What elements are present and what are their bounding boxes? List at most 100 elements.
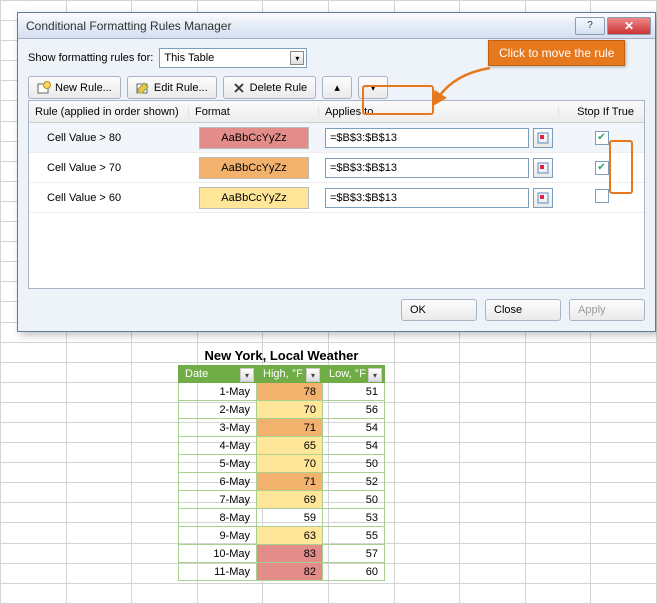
- cell-low[interactable]: 51: [323, 383, 385, 401]
- edit-rule-icon: [136, 81, 150, 95]
- cell-low[interactable]: 55: [323, 527, 385, 545]
- cell-low[interactable]: 56: [323, 401, 385, 419]
- rule-row[interactable]: Cell Value > 80 AaBbCcYyZz =$B$3:$B$13: [29, 123, 644, 153]
- delete-rule-icon: [232, 81, 246, 95]
- cell-date[interactable]: 3-May: [179, 419, 257, 437]
- close-button[interactable]: ✕: [607, 17, 651, 35]
- arrow-down-icon: ▾: [370, 81, 376, 94]
- table-title: New York, Local Weather: [178, 348, 385, 363]
- table-row[interactable]: 3-May7154: [179, 419, 385, 437]
- cell-high[interactable]: 71: [257, 473, 323, 491]
- header-rule: Rule (applied in order shown): [29, 106, 189, 118]
- cell-high[interactable]: 71: [257, 419, 323, 437]
- cell-high[interactable]: 83: [257, 545, 323, 563]
- cell-high[interactable]: 78: [257, 383, 323, 401]
- callout-tooltip: Click to move the rule: [488, 40, 625, 66]
- arrow-up-icon: ▴: [334, 81, 340, 94]
- show-rules-select[interactable]: This Table ▾: [159, 48, 307, 68]
- table-row[interactable]: 6-May7152: [179, 473, 385, 491]
- table-row[interactable]: 11-May8260: [179, 563, 385, 581]
- cell-date[interactable]: 9-May: [179, 527, 257, 545]
- help-button[interactable]: ?: [575, 17, 605, 35]
- header-stop: Stop If True: [559, 106, 644, 118]
- cell-date[interactable]: 7-May: [179, 491, 257, 509]
- edit-rule-label: Edit Rule...: [154, 82, 208, 94]
- filter-dropdown-icon[interactable]: ▾: [240, 368, 254, 382]
- cell-date[interactable]: 4-May: [179, 437, 257, 455]
- range-selector-button[interactable]: [533, 188, 553, 208]
- show-rules-value: This Table: [164, 52, 214, 64]
- applies-to-input[interactable]: =$B$3:$B$13: [325, 158, 529, 178]
- cell-low[interactable]: 50: [323, 455, 385, 473]
- cell-low[interactable]: 54: [323, 419, 385, 437]
- dialog-title: Conditional Formatting Rules Manager: [26, 19, 575, 33]
- chevron-down-icon: ▾: [290, 51, 304, 65]
- range-selector-button[interactable]: [533, 158, 553, 178]
- table-row[interactable]: 5-May7050: [179, 455, 385, 473]
- range-selector-button[interactable]: [533, 128, 553, 148]
- format-preview: AaBbCcYyZz: [199, 187, 309, 209]
- format-preview: AaBbCcYyZz: [199, 127, 309, 149]
- move-up-button[interactable]: ▴: [322, 76, 352, 99]
- weather-table-region: New York, Local Weather Date▾ High, °F▾ …: [178, 348, 385, 581]
- cell-date[interactable]: 11-May: [179, 563, 257, 581]
- col-high[interactable]: High, °F▾: [257, 366, 323, 383]
- cell-high[interactable]: 70: [257, 401, 323, 419]
- weather-table: Date▾ High, °F▾ Low, °F▾ 1-May78512-May7…: [178, 365, 385, 581]
- new-rule-label: New Rule...: [55, 82, 112, 94]
- rule-name: Cell Value > 60: [29, 192, 189, 204]
- stop-if-true-checkbox[interactable]: [595, 161, 609, 175]
- table-row[interactable]: 4-May6554: [179, 437, 385, 455]
- delete-rule-label: Delete Rule: [250, 82, 307, 94]
- rules-list: Rule (applied in order shown) Format App…: [28, 100, 645, 289]
- rule-row[interactable]: Cell Value > 70 AaBbCcYyZz =$B$3:$B$13: [29, 153, 644, 183]
- move-down-button[interactable]: ▾: [358, 76, 388, 99]
- close-dialog-button[interactable]: Close: [485, 299, 561, 321]
- stop-if-true-checkbox[interactable]: [595, 131, 609, 145]
- cell-low[interactable]: 57: [323, 545, 385, 563]
- table-row[interactable]: 8-May5953: [179, 509, 385, 527]
- edit-rule-button[interactable]: Edit Rule...: [127, 76, 217, 99]
- dialog-titlebar[interactable]: Conditional Formatting Rules Manager ? ✕: [18, 13, 655, 39]
- cell-low[interactable]: 53: [323, 509, 385, 527]
- table-row[interactable]: 9-May6355: [179, 527, 385, 545]
- cell-high[interactable]: 65: [257, 437, 323, 455]
- ok-button[interactable]: OK: [401, 299, 477, 321]
- cell-date[interactable]: 1-May: [179, 383, 257, 401]
- cell-date[interactable]: 5-May: [179, 455, 257, 473]
- cell-date[interactable]: 6-May: [179, 473, 257, 491]
- cell-high[interactable]: 63: [257, 527, 323, 545]
- new-rule-button[interactable]: New Rule...: [28, 76, 121, 99]
- rule-row[interactable]: Cell Value > 60 AaBbCcYyZz =$B$3:$B$13: [29, 183, 644, 213]
- applies-to-input[interactable]: =$B$3:$B$13: [325, 128, 529, 148]
- cell-high[interactable]: 82: [257, 563, 323, 581]
- applies-to-input[interactable]: =$B$3:$B$13: [325, 188, 529, 208]
- format-preview: AaBbCcYyZz: [199, 157, 309, 179]
- table-row[interactable]: 7-May6950: [179, 491, 385, 509]
- cell-low[interactable]: 54: [323, 437, 385, 455]
- col-low[interactable]: Low, °F▾: [323, 366, 385, 383]
- col-date[interactable]: Date▾: [179, 366, 257, 383]
- cell-low[interactable]: 50: [323, 491, 385, 509]
- cell-low[interactable]: 60: [323, 563, 385, 581]
- table-row[interactable]: 10-May8357: [179, 545, 385, 563]
- stop-if-true-checkbox[interactable]: [595, 189, 609, 203]
- show-rules-label: Show formatting rules for:: [28, 52, 153, 64]
- table-row[interactable]: 2-May7056: [179, 401, 385, 419]
- filter-dropdown-icon[interactable]: ▾: [306, 368, 320, 382]
- cell-low[interactable]: 52: [323, 473, 385, 491]
- cell-date[interactable]: 10-May: [179, 545, 257, 563]
- header-applies: Applies to: [319, 106, 559, 118]
- cell-high[interactable]: 59: [257, 509, 323, 527]
- table-row[interactable]: 1-May7851: [179, 383, 385, 401]
- apply-button[interactable]: Apply: [569, 299, 645, 321]
- header-format: Format: [189, 106, 319, 118]
- cell-high[interactable]: 70: [257, 455, 323, 473]
- cell-date[interactable]: 8-May: [179, 509, 257, 527]
- cell-date[interactable]: 2-May: [179, 401, 257, 419]
- filter-dropdown-icon[interactable]: ▾: [368, 368, 382, 382]
- rule-name: Cell Value > 80: [29, 132, 189, 144]
- cell-high[interactable]: 69: [257, 491, 323, 509]
- delete-rule-button[interactable]: Delete Rule: [223, 76, 316, 99]
- rule-name: Cell Value > 70: [29, 162, 189, 174]
